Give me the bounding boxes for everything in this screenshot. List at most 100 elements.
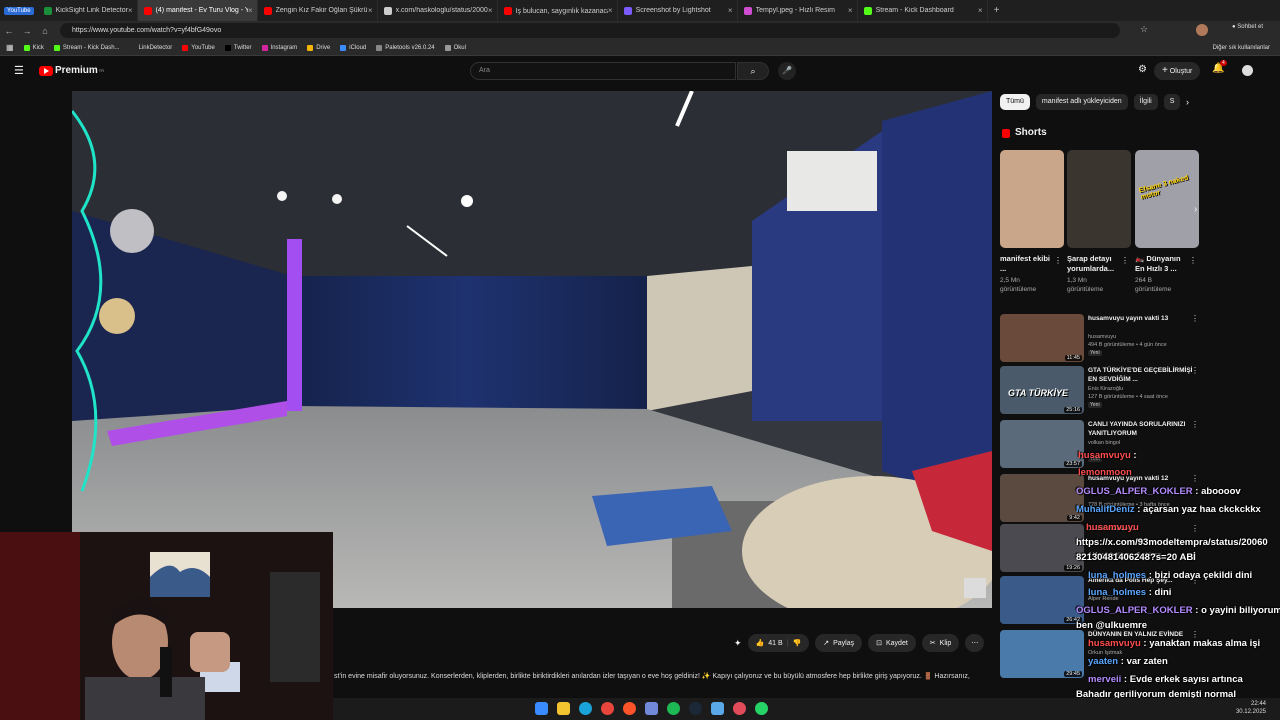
short-thumbnail[interactable] — [1000, 150, 1064, 248]
chat-button[interactable]: ● Sohbet et — [1232, 24, 1263, 30]
discord-icon[interactable] — [645, 702, 658, 715]
tab-close-icon[interactable]: × — [248, 6, 253, 15]
whatsapp-icon[interactable] — [755, 702, 768, 715]
tab-close-icon[interactable]: × — [368, 6, 373, 15]
browser-tab[interactable]: x.com/haskologlu/status/2000679× — [378, 0, 498, 21]
short-card[interactable]: manifest ekibi ... 2,5 Mn görüntüleme ⋮ — [1000, 150, 1064, 294]
short-thumbnail[interactable]: Efsane 3 naked motor — [1135, 150, 1199, 248]
video-channel[interactable]: Enis Kirazoğlu — [1088, 386, 1123, 392]
short-title[interactable]: 🏍️ Dünyanın En Hızlı 3 ... — [1135, 254, 1187, 274]
video-player[interactable] — [72, 91, 992, 608]
chrome-alt-icon[interactable] — [733, 702, 746, 715]
bookmark-item[interactable]: Paletools v26.0.24 — [376, 44, 435, 51]
menu-icon[interactable]: ☰ — [14, 64, 24, 77]
filter-chip[interactable]: Tümü — [1000, 94, 1030, 110]
brave-icon[interactable] — [623, 702, 636, 715]
browser-tab[interactable]: Zengin Kız Fakir Oğlan Şükrü Filmi× — [258, 0, 378, 21]
start-icon[interactable] — [535, 702, 548, 715]
shorts-next-icon[interactable]: › — [1194, 204, 1197, 215]
youtube-logo[interactable]: Premium TR — [39, 65, 104, 76]
chips-next-icon[interactable]: › — [1186, 97, 1189, 107]
search-button[interactable]: ⌕ — [737, 62, 769, 80]
video-channel[interactable]: husamvuyu — [1088, 334, 1116, 340]
bookmark-item[interactable]: Stream - Kick Dash... — [53, 44, 120, 51]
tab-close-icon[interactable]: × — [978, 6, 983, 15]
save-button[interactable]: ⊡ Kaydet — [868, 634, 916, 652]
short-title[interactable]: manifest ekibi ... — [1000, 254, 1052, 274]
bookmark-item[interactable]: iCloud — [340, 44, 366, 51]
chrome-icon[interactable] — [601, 702, 614, 715]
like-button[interactable]: 👍 41 B | 👎 — [747, 634, 810, 652]
video-more-icon[interactable]: ⋮ — [1191, 524, 1199, 533]
short-card[interactable]: Efsane 3 naked motor 🏍️ Dünyanın En Hızlı… — [1135, 150, 1199, 294]
apps-icon[interactable]: ▦ — [6, 43, 14, 52]
video-title[interactable]: GTA TÜRKİYE'DE GEÇEBİLİRMİŞİ EN SEVDİĞİM… — [1088, 366, 1196, 384]
sparkle-icon[interactable]: ✦ — [734, 638, 742, 649]
system-clock[interactable]: 22:44 30.12.2025 — [1236, 700, 1266, 716]
video-more-icon[interactable]: ⋮ — [1191, 420, 1199, 429]
more-actions-button[interactable]: ⋯ — [965, 634, 985, 652]
short-more-icon[interactable]: ⋮ — [1121, 256, 1129, 265]
bookmark-item[interactable]: Instagram — [261, 44, 297, 51]
youtube-badge: YouTube — [4, 6, 34, 15]
bookmark-item[interactable]: Twitter — [224, 44, 252, 51]
bookmark-item[interactable]: YouTube — [182, 44, 215, 51]
video-more-icon[interactable]: ⋮ — [1191, 314, 1199, 323]
thumb-down-icon[interactable]: 👎 — [793, 639, 802, 647]
browser-tab[interactable]: Tempyl.jpeg - Hızlı Resim × — [738, 0, 858, 21]
video-more-icon[interactable]: ⋮ — [1191, 366, 1199, 375]
filter-chip[interactable]: manifest adlı yükleyiciden — [1035, 94, 1128, 110]
steam-icon[interactable] — [689, 702, 702, 715]
bookmark-item[interactable]: LinkDetector — [129, 44, 172, 51]
share-button[interactable]: ↗ Paylaş — [815, 634, 863, 652]
clip-button[interactable]: ✂ Klip — [921, 634, 960, 652]
short-title[interactable]: Şarap detayı yorumlarda... — [1067, 254, 1119, 274]
forward-icon[interactable]: → — [18, 26, 36, 36]
file-explorer-icon[interactable] — [557, 702, 570, 715]
video-more-icon[interactable]: ⋮ — [1191, 474, 1199, 483]
voice-search-button[interactable]: 🎤 — [778, 62, 796, 80]
other-bookmarks[interactable]: Diğer sık kullanılanlar — [1213, 45, 1270, 51]
cast-icon[interactable]: ⚙ — [1138, 64, 1147, 75]
browser-tab[interactable]: İş bulucan, saygınlık kazanacan 🙂× — [498, 0, 618, 21]
search-input[interactable]: Ara — [470, 62, 736, 80]
video-title[interactable]: CANLI YAYINDA SORULARINIZI YANITLIYORUM — [1088, 420, 1196, 438]
bookmark-star-icon[interactable]: ☆ — [1140, 24, 1148, 35]
filter-chip[interactable]: İlgili — [1133, 94, 1158, 110]
back-icon[interactable]: ← — [0, 26, 18, 36]
bookmark-item[interactable]: Drive — [307, 44, 330, 51]
tab-close-icon[interactable]: × — [728, 6, 733, 15]
profile-avatar[interactable] — [1196, 24, 1208, 36]
short-card[interactable]: Şarap detayı yorumlarda... 1,3 Mn görüntü… — [1067, 150, 1131, 294]
short-more-icon[interactable]: ⋮ — [1054, 256, 1062, 265]
bookmark-item[interactable]: Okul — [444, 44, 466, 51]
related-video[interactable]: GTA TÜRKİYE 25:16 GTA TÜRKİYE'DE GEÇEBİLİR… — [1000, 366, 1205, 416]
tab-close-icon[interactable]: × — [488, 6, 493, 15]
short-thumbnail[interactable] — [1067, 150, 1131, 248]
browser-tab[interactable]: (4) manifest - Ev Turu Vlog - YouTube× — [137, 0, 258, 21]
spotify-icon[interactable] — [667, 702, 680, 715]
video-title[interactable]: husamvuyu yayın vakti 13 — [1088, 314, 1196, 323]
app-icon[interactable] — [711, 702, 724, 715]
browser-tab[interactable]: Stream - Kick Dashboard × — [858, 0, 988, 21]
url-input[interactable]: https://www.youtube.com/watch?v=yf4bfG49… — [60, 23, 1120, 38]
video-description[interactable]: st'in evine misafir oluyorsunuz. Konserl… — [334, 672, 994, 680]
browser-tab[interactable]: KickSight Link Detector × — [38, 0, 138, 21]
related-video[interactable]: 9:42 husamvuyu yayın vakti 12 778 B görünt… — [1000, 474, 1205, 524]
related-video[interactable]: 26:42 Amerika'da Polis Hep Şey... Alper Re… — [1000, 576, 1205, 626]
related-video[interactable]: 23:57 CANLI YAYINDA SORULARINIZI YANITLIY… — [1000, 420, 1205, 470]
browser-tab[interactable]: Screenshot by Lightshot × — [618, 0, 738, 21]
related-video[interactable]: 11:45 husamvuyu yayın vakti 13 husamvuyu 49… — [1000, 314, 1205, 364]
edge-icon[interactable] — [579, 702, 592, 715]
tab-close-icon[interactable]: × — [128, 6, 133, 15]
short-more-icon[interactable]: ⋮ — [1189, 256, 1197, 265]
tab-close-icon[interactable]: × — [608, 6, 613, 15]
video-channel[interactable]: volkan bingol — [1088, 440, 1120, 446]
filter-chip[interactable]: S — [1163, 94, 1181, 110]
create-button[interactable]: + Oluştur — [1154, 62, 1201, 80]
bookmark-item[interactable]: Kick — [23, 44, 44, 51]
new-tab-button[interactable]: + — [994, 5, 1000, 16]
account-avatar[interactable] — [1242, 65, 1253, 76]
tab-close-icon[interactable]: × — [848, 6, 853, 15]
home-icon[interactable]: ⌂ — [36, 26, 54, 36]
